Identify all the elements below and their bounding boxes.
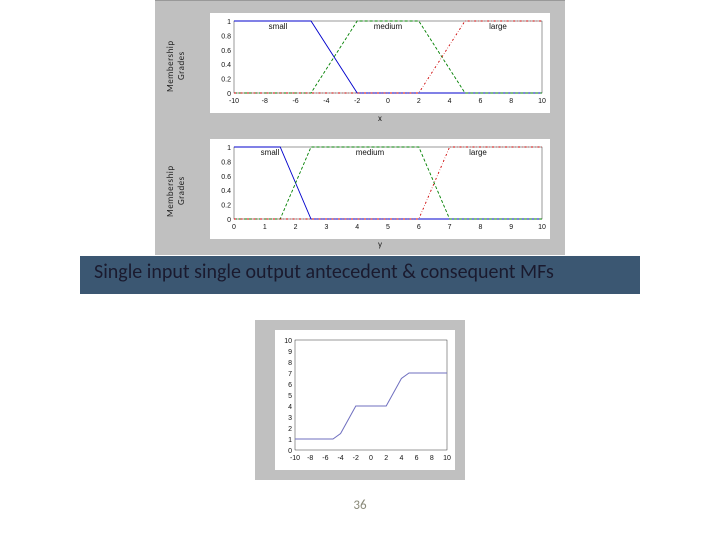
series-large (234, 21, 542, 93)
svg-text:5: 5 (386, 224, 390, 231)
svg-text:0: 0 (227, 217, 231, 224)
series-output (295, 373, 447, 439)
svg-text:8: 8 (478, 224, 482, 231)
svg-text:-10: -10 (290, 455, 300, 462)
svg-text:8: 8 (430, 455, 434, 462)
svg-text:1: 1 (288, 437, 292, 444)
output-plot: 0 1 2 3 4 5 6 7 8 9 10 -10 -8 -6 -4 (275, 330, 455, 470)
series-small (234, 147, 542, 219)
consequent-mf-plot: 0 0.2 0.4 0.6 0.8 1 0 1 2 3 4 5 6 7 8 (210, 139, 550, 239)
svg-text:10: 10 (538, 98, 546, 105)
svg-text:5: 5 (288, 393, 292, 400)
svg-text:0.4: 0.4 (221, 188, 231, 195)
mf-label-small: small (269, 22, 288, 31)
svg-text:6: 6 (478, 98, 482, 105)
xlabel-antecedent: x (210, 113, 550, 124)
svg-text:-6: -6 (322, 455, 328, 462)
yticks: 0 1 2 3 4 5 6 7 8 9 10 (284, 338, 292, 455)
svg-text:8: 8 (288, 360, 292, 367)
svg-text:4: 4 (399, 455, 403, 462)
svg-text:0.8: 0.8 (221, 33, 231, 40)
svg-text:-8: -8 (262, 98, 268, 105)
xticks: -10 -8 -6 -4 -2 0 2 4 6 8 10 (229, 98, 546, 105)
series-large (234, 147, 542, 219)
svg-text:-8: -8 (307, 455, 313, 462)
svg-text:-4: -4 (337, 455, 343, 462)
svg-text:-2: -2 (354, 98, 360, 105)
svg-text:0: 0 (386, 98, 390, 105)
svg-text:0.8: 0.8 (221, 159, 231, 166)
xlabel-consequent: y (210, 239, 550, 250)
series-medium (234, 147, 542, 219)
svg-text:4: 4 (355, 224, 359, 231)
svg-text:2: 2 (288, 426, 292, 433)
svg-text:9: 9 (509, 224, 513, 231)
svg-text:-10: -10 (229, 98, 239, 105)
svg-text:2: 2 (294, 224, 298, 231)
svg-text:0.2: 0.2 (221, 203, 231, 210)
svg-text:6: 6 (417, 224, 421, 231)
mf-label-large: large (469, 148, 487, 157)
series-medium (234, 21, 542, 93)
svg-text:-6: -6 (292, 98, 298, 105)
svg-text:-4: -4 (323, 98, 329, 105)
svg-text:0: 0 (288, 448, 292, 455)
antecedent-mf-plot: 0 0.2 0.4 0.6 0.8 1 -10 -8 -6 -4 -2 0 2 … (210, 13, 550, 113)
svg-text:0.6: 0.6 (221, 174, 231, 181)
svg-text:7: 7 (448, 224, 452, 231)
svg-text:6: 6 (415, 455, 419, 462)
mf-label-medium: medium (374, 22, 403, 31)
mf-label-large: large (489, 22, 507, 31)
output-figure-panel: 0 1 2 3 4 5 6 7 8 9 10 -10 -8 -6 -4 (255, 320, 465, 480)
svg-text:8: 8 (509, 98, 513, 105)
svg-text:2: 2 (417, 98, 421, 105)
mf-label-small: small (261, 148, 280, 157)
yticks: 0 0.2 0.4 0.6 0.8 1 (221, 145, 231, 224)
page-number: 36 (0, 498, 720, 513)
svg-text:0.6: 0.6 (221, 48, 231, 55)
svg-text:4: 4 (288, 404, 292, 411)
svg-text:3: 3 (288, 415, 292, 422)
svg-text:0: 0 (227, 91, 231, 98)
xticks: -10 -8 -6 -4 -2 0 2 4 6 8 10 (290, 455, 451, 462)
svg-text:3: 3 (324, 224, 328, 231)
svg-text:4: 4 (448, 98, 452, 105)
svg-text:0.2: 0.2 (221, 77, 231, 84)
ylabel-antecedent: Membership Grades (165, 31, 177, 101)
svg-text:10: 10 (443, 455, 451, 462)
slide-page: Membership Grades Membership Grades 0 0.… (0, 0, 720, 540)
mf-label-medium: medium (356, 148, 385, 157)
svg-text:2: 2 (384, 455, 388, 462)
svg-text:7: 7 (288, 371, 292, 378)
ylabel-consequent: Membership Grades (165, 156, 177, 226)
svg-text:0: 0 (232, 224, 236, 231)
svg-text:0: 0 (369, 455, 373, 462)
svg-text:10: 10 (538, 224, 546, 231)
mf-figure-panel: Membership Grades Membership Grades 0 0.… (155, 0, 565, 255)
svg-text:10: 10 (284, 338, 292, 345)
yticks: 0 0.2 0.4 0.6 0.8 1 (221, 19, 231, 98)
svg-text:6: 6 (288, 382, 292, 389)
svg-text:-2: -2 (353, 455, 359, 462)
series-small (234, 21, 542, 93)
svg-text:0.4: 0.4 (221, 62, 231, 69)
svg-text:1: 1 (263, 224, 267, 231)
svg-text:1: 1 (227, 145, 231, 152)
svg-text:1: 1 (227, 19, 231, 26)
svg-text:9: 9 (288, 349, 292, 356)
xticks: 0 1 2 3 4 5 6 7 8 9 10 (232, 224, 546, 231)
caption-text: Single input single output antecedent & … (94, 260, 634, 284)
